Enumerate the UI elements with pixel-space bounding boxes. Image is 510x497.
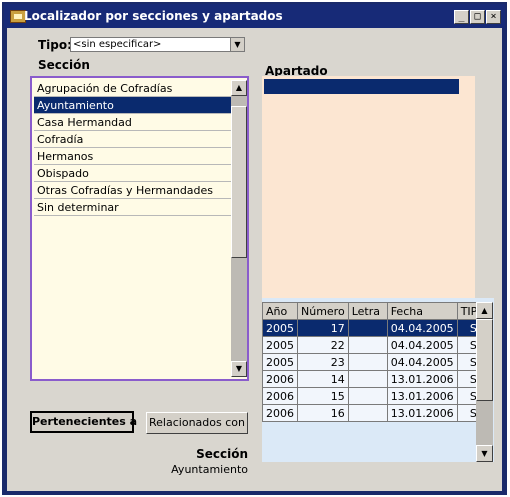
cell-fecha: 04.04.2005 (386, 336, 458, 354)
records-table[interactable]: Año Número Letra Fecha TIPO 2005 17 04.0… (262, 302, 490, 422)
apartado-selected-row[interactable] (264, 79, 459, 94)
footer-label: Sección (196, 447, 248, 461)
cell-fecha: 04.04.2005 (386, 319, 458, 337)
relacionados-button[interactable]: Relacionados con (146, 412, 248, 434)
cell-letra (347, 336, 388, 354)
list-item[interactable]: Casa Hermandad (34, 114, 231, 131)
table-row[interactable]: 2006 14 13.01.2006 S (262, 370, 490, 388)
tipo-value: <sin especificar> (73, 39, 162, 50)
list-item[interactable]: Otras Cofradías y Hermandades (34, 182, 231, 199)
seccion-header: Sección (38, 58, 90, 72)
list-item[interactable]: Agrupación de Cofradías (34, 80, 231, 97)
cell-letra (347, 353, 388, 371)
cell-ano: 2006 (262, 387, 298, 405)
scroll-thumb[interactable] (231, 106, 247, 258)
cell-numero: 16 (297, 404, 349, 422)
cell-fecha: 13.01.2006 (386, 370, 458, 388)
arrow-down-icon[interactable]: ▼ (476, 445, 493, 462)
arrow-down-icon[interactable]: ▼ (231, 361, 247, 377)
cell-numero: 22 (297, 336, 349, 354)
col-numero[interactable]: Número (297, 302, 349, 320)
close-button[interactable]: × (486, 10, 501, 24)
cell-ano: 2005 (262, 336, 298, 354)
minimize-button[interactable]: _ (454, 10, 469, 24)
cell-numero: 23 (297, 353, 349, 371)
arrow-up-icon[interactable]: ▲ (231, 80, 247, 96)
footer-value: Ayuntamiento (171, 463, 248, 476)
cell-numero: 17 (297, 319, 349, 337)
list-item[interactable]: Cofradía (34, 131, 231, 148)
window-title: Localizador por secciones y apartados (24, 9, 283, 23)
seccion-list[interactable]: Agrupación de Cofradías Ayuntamiento Cas… (30, 76, 249, 381)
cell-ano: 2005 (262, 353, 298, 371)
tipo-label: Tipo: (38, 38, 72, 52)
list-item[interactable]: Ayuntamiento (34, 97, 231, 114)
col-letra[interactable]: Letra (347, 302, 388, 320)
seccion-scrollbar[interactable]: ▲ ▼ (231, 80, 247, 377)
col-ano[interactable]: Año (262, 302, 298, 320)
table-row[interactable]: 2005 23 04.04.2005 S (262, 353, 490, 371)
cell-numero: 14 (297, 370, 349, 388)
scroll-thumb[interactable] (476, 319, 493, 401)
list-item[interactable]: Sin determinar (34, 199, 231, 216)
pertenecientes-button[interactable]: Pertenecientes a (30, 411, 137, 433)
maximize-button[interactable]: □ (470, 10, 485, 24)
cell-fecha: 13.01.2006 (386, 404, 458, 422)
table-row[interactable]: 2006 16 13.01.2006 S (262, 404, 490, 422)
grid-scrollbar[interactable]: ▲ ▼ (476, 302, 493, 462)
title-bar[interactable]: Localizador por secciones y apartados _ … (4, 4, 505, 28)
tipo-select[interactable]: <sin especificar> ▼ (70, 37, 245, 52)
col-fecha[interactable]: Fecha (386, 302, 458, 320)
chevron-down-icon[interactable]: ▼ (230, 38, 244, 51)
list-item[interactable]: Hermanos (34, 148, 231, 165)
cell-fecha: 04.04.2005 (386, 353, 458, 371)
cell-ano: 2006 (262, 370, 298, 388)
list-item[interactable]: Obispado (34, 165, 231, 182)
table-row[interactable]: 2005 22 04.04.2005 S (262, 336, 490, 354)
cell-ano: 2005 (262, 319, 298, 337)
cell-letra (347, 370, 388, 388)
arrow-up-icon[interactable]: ▲ (476, 302, 493, 319)
table-header: Año Número Letra Fecha TIPO (262, 302, 490, 320)
cell-numero: 15 (297, 387, 349, 405)
table-row[interactable]: 2005 17 04.04.2005 S (262, 319, 490, 337)
cell-letra (347, 404, 388, 422)
cell-ano: 2006 (262, 404, 298, 422)
cell-letra (347, 387, 388, 405)
cell-letra (347, 319, 388, 337)
table-row[interactable]: 2006 15 13.01.2006 S (262, 387, 490, 405)
apartado-list[interactable] (262, 76, 475, 298)
cell-fecha: 13.01.2006 (386, 387, 458, 405)
